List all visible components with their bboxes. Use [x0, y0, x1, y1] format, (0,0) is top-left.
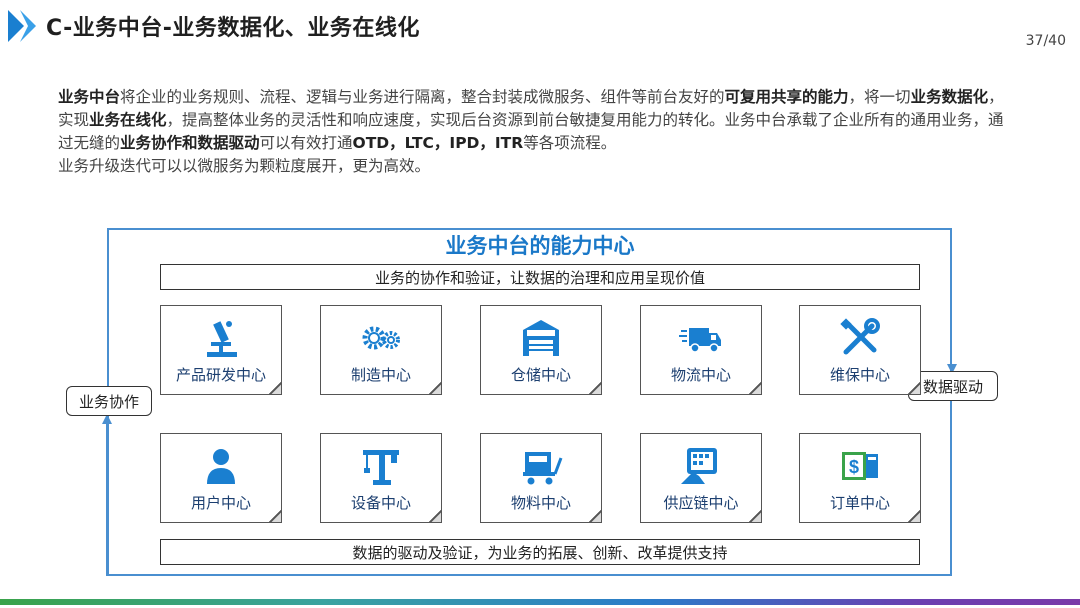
center-card[interactable]: 制造中心 [320, 305, 442, 395]
center-card[interactable]: 设备中心 [320, 433, 442, 523]
center-label: 用户中心 [190, 494, 251, 512]
user-icon [207, 449, 235, 484]
center-label: 设备中心 [350, 494, 411, 512]
center-card[interactable]: 维保中心 [799, 305, 921, 395]
center-label: 维保中心 [829, 366, 890, 384]
data-driven-label: 数据驱动 [908, 371, 998, 401]
gears-icon [362, 326, 400, 350]
touchscreen-icon [681, 448, 717, 484]
center-card[interactable]: 产品研发中心 [160, 305, 282, 395]
svg-text:$: $ [849, 457, 859, 477]
warehouse-icon [523, 320, 559, 356]
crane-icon [363, 450, 399, 485]
delivery-truck-icon [679, 328, 721, 353]
center-label: 供应链中心 [663, 494, 739, 512]
center-label: 订单中心 [829, 494, 890, 512]
tools-icon [840, 318, 880, 355]
center-label: 制造中心 [350, 366, 411, 384]
center-label: 物流中心 [670, 366, 731, 384]
center-card[interactable]: 物料中心 [480, 433, 602, 523]
footer-stripe [0, 599, 1080, 605]
center-label: 产品研发中心 [175, 366, 266, 384]
dollar-bill-icon: $ [842, 452, 878, 480]
center-card[interactable]: 物流中心 [640, 305, 762, 395]
microscope-icon [207, 321, 237, 357]
cart-icon [523, 452, 563, 485]
center-card[interactable]: $ 订单中心 [799, 433, 921, 523]
center-card[interactable]: 用户中心 [160, 433, 282, 523]
center-card[interactable]: 仓储中心 [480, 305, 602, 395]
center-label: 仓储中心 [510, 366, 571, 384]
center-label: 物料中心 [510, 494, 571, 512]
business-collab-label: 业务协作 [66, 386, 152, 416]
center-card[interactable]: 供应链中心 [640, 433, 762, 523]
